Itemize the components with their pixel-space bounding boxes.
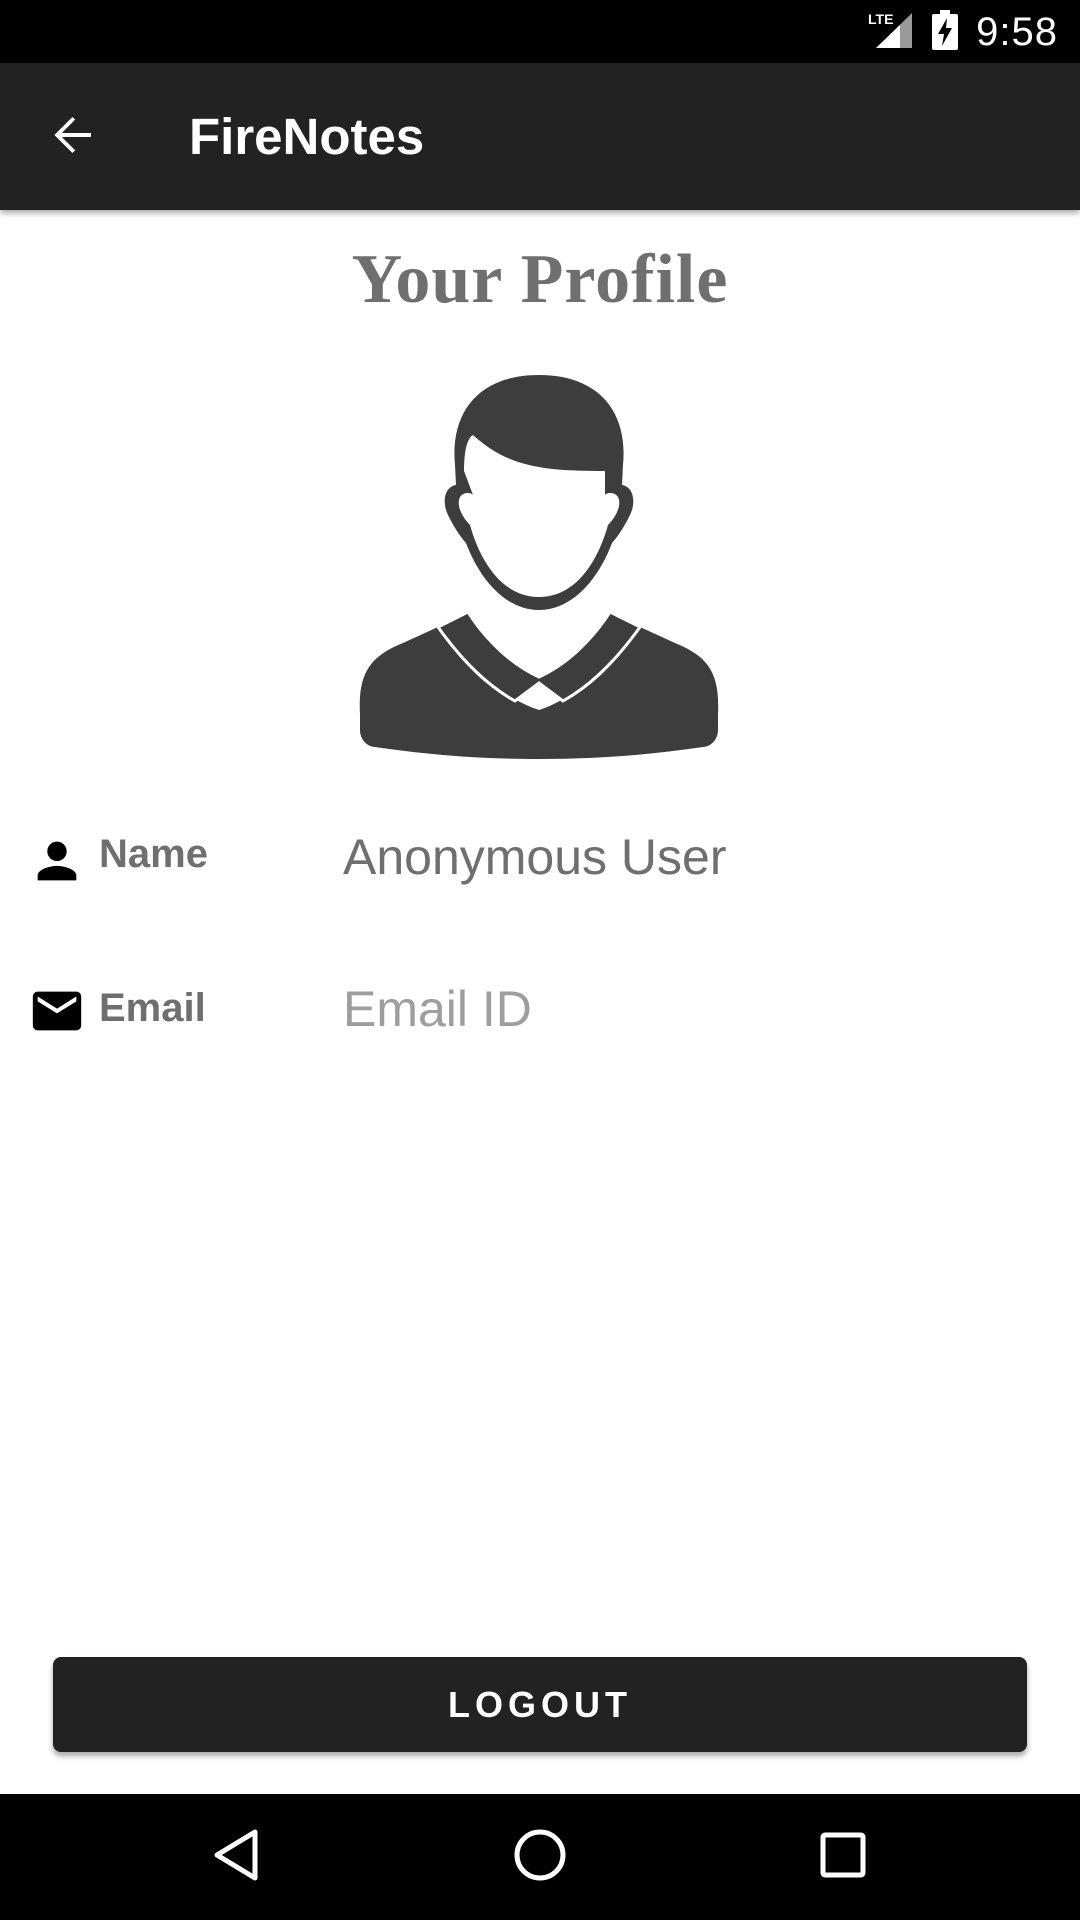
back-button[interactable] [28,103,118,171]
email-field[interactable]: Email ID [343,980,532,1038]
battery-charging-icon [932,10,959,54]
svg-text:LTE: LTE [868,11,893,27]
status-time: 9:58 [976,9,1058,54]
email-label: Email [99,986,206,1030]
arrow-back-icon [49,111,97,163]
app-title: FireNotes [189,108,425,165]
logout-button[interactable]: LOGOUT [53,1657,1027,1752]
nav-recents-button[interactable] [803,1817,883,1897]
system-nav-bar [0,1794,1080,1920]
recents-square-icon [818,1830,868,1884]
name-label: Name [99,832,208,876]
app-bar: FireNotes [0,63,1080,210]
email-row: Email Email ID [0,962,1080,1062]
home-circle-icon [513,1828,567,1886]
user-avatar-icon [358,375,720,770]
person-icon [28,832,86,890]
status-bar: LTE 9:58 [0,0,1080,63]
lte-signal-icon: LTE [868,10,914,54]
status-icons: LTE 9:58 [868,8,1058,56]
email-icon [28,982,86,1040]
name-row: Name Anonymous User [0,810,1080,910]
nav-home-button[interactable] [500,1817,580,1897]
name-value: Anonymous User [343,829,727,885]
nav-back-button[interactable] [196,1817,276,1897]
page-title: Your Profile [351,241,729,318]
back-triangle-icon [211,1828,261,1886]
